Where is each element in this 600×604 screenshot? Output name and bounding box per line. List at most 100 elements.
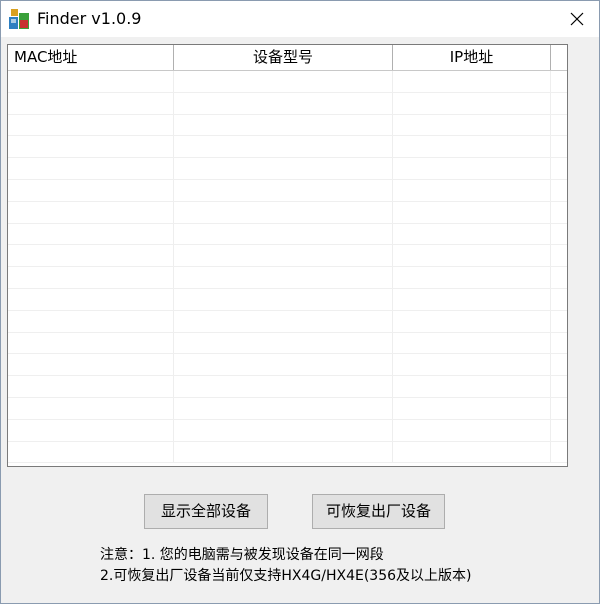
table-row — [8, 114, 567, 137]
table-cell — [8, 136, 174, 158]
table-cell — [174, 245, 393, 267]
table-cell — [393, 245, 551, 267]
table-row — [8, 223, 567, 246]
table-cell — [174, 288, 393, 310]
finder-app-icon — [9, 9, 29, 29]
table-cell — [174, 158, 393, 179]
table-cell — [393, 397, 551, 419]
table-cell — [393, 376, 551, 397]
table-cell — [8, 158, 174, 179]
table-cell — [8, 92, 174, 114]
table-cell — [8, 332, 174, 354]
table-cell — [393, 114, 551, 136]
table-row — [8, 376, 567, 398]
table-cell — [551, 398, 567, 419]
table-row — [8, 71, 567, 93]
table-cell — [393, 332, 551, 354]
table-cell — [174, 267, 393, 288]
table-cell — [551, 267, 567, 288]
table-cell — [174, 441, 393, 463]
table-cell — [393, 92, 551, 114]
close-icon — [570, 12, 584, 26]
table-cell — [8, 397, 174, 419]
table-cell — [174, 310, 393, 332]
table-cell — [8, 376, 174, 397]
table-cell — [8, 201, 174, 223]
column-header-filler — [551, 45, 567, 70]
table-row — [8, 354, 567, 377]
table-cell — [8, 71, 174, 92]
finder-window: Finder v1.0.9 MAC地址 设备型号 IP地址 显示全部设备 可恢复… — [0, 0, 600, 604]
table-cell — [551, 158, 567, 179]
table-cell — [393, 71, 551, 92]
list-header: MAC地址 设备型号 IP地址 — [8, 45, 567, 71]
table-cell — [551, 376, 567, 397]
table-cell — [393, 310, 551, 332]
table-row — [8, 419, 567, 442]
table-cell — [393, 158, 551, 179]
table-row — [8, 245, 567, 268]
show-all-devices-button[interactable]: 显示全部设备 — [144, 494, 268, 529]
table-cell — [174, 179, 393, 201]
table-cell — [8, 114, 174, 136]
table-cell — [8, 288, 174, 310]
table-cell — [174, 201, 393, 223]
column-header-model[interactable]: 设备型号 — [174, 45, 393, 70]
table-cell — [551, 93, 567, 114]
table-cell — [8, 354, 174, 376]
table-cell — [393, 201, 551, 223]
table-cell — [8, 267, 174, 288]
table-cell — [174, 71, 393, 92]
table-cell — [551, 224, 567, 245]
table-cell — [551, 180, 567, 201]
window-title: Finder v1.0.9 — [37, 9, 142, 28]
table-cell — [8, 310, 174, 332]
table-cell — [551, 71, 567, 92]
table-row — [8, 441, 567, 464]
table-cell — [551, 442, 567, 463]
table-cell — [551, 115, 567, 136]
table-cell — [174, 376, 393, 397]
column-header-mac[interactable]: MAC地址 — [8, 45, 174, 70]
table-cell — [174, 223, 393, 245]
note-line-1: 注意：1. 您的电脑需与被发现设备在同一网段 — [100, 547, 384, 563]
table-cell — [174, 397, 393, 419]
factory-restorable-devices-button[interactable]: 可恢复出厂设备 — [312, 494, 445, 529]
table-row — [8, 310, 567, 333]
table-row — [8, 158, 567, 180]
table-row — [8, 332, 567, 355]
table-cell — [551, 202, 567, 223]
table-cell — [174, 332, 393, 354]
table-cell — [551, 289, 567, 310]
table-cell — [174, 136, 393, 158]
table-row — [8, 397, 567, 420]
table-cell — [174, 419, 393, 441]
table-cell — [393, 267, 551, 288]
table-cell — [174, 354, 393, 376]
table-cell — [393, 223, 551, 245]
table-row — [8, 92, 567, 115]
table-cell — [393, 441, 551, 463]
table-cell — [8, 179, 174, 201]
table-row — [8, 179, 567, 202]
table-row — [8, 136, 567, 159]
table-cell — [551, 354, 567, 375]
table-cell — [8, 245, 174, 267]
title-bar[interactable]: Finder v1.0.9 — [1, 1, 599, 37]
close-button[interactable] — [555, 1, 599, 37]
table-row — [8, 201, 567, 224]
table-row — [8, 267, 567, 289]
table-cell — [551, 333, 567, 354]
note-line-2: 2.可恢复出厂设备当前仅支持HX4G/HX4E(356及以上版本) — [100, 568, 472, 584]
list-rows — [8, 71, 567, 464]
table-cell — [551, 136, 567, 157]
table-row — [8, 288, 567, 311]
table-cell — [174, 92, 393, 114]
table-cell — [393, 354, 551, 376]
device-list[interactable]: MAC地址 设备型号 IP地址 — [7, 44, 568, 467]
table-cell — [551, 420, 567, 441]
table-cell — [551, 245, 567, 266]
table-cell — [8, 419, 174, 441]
table-cell — [551, 311, 567, 332]
column-header-ip[interactable]: IP地址 — [393, 45, 551, 70]
